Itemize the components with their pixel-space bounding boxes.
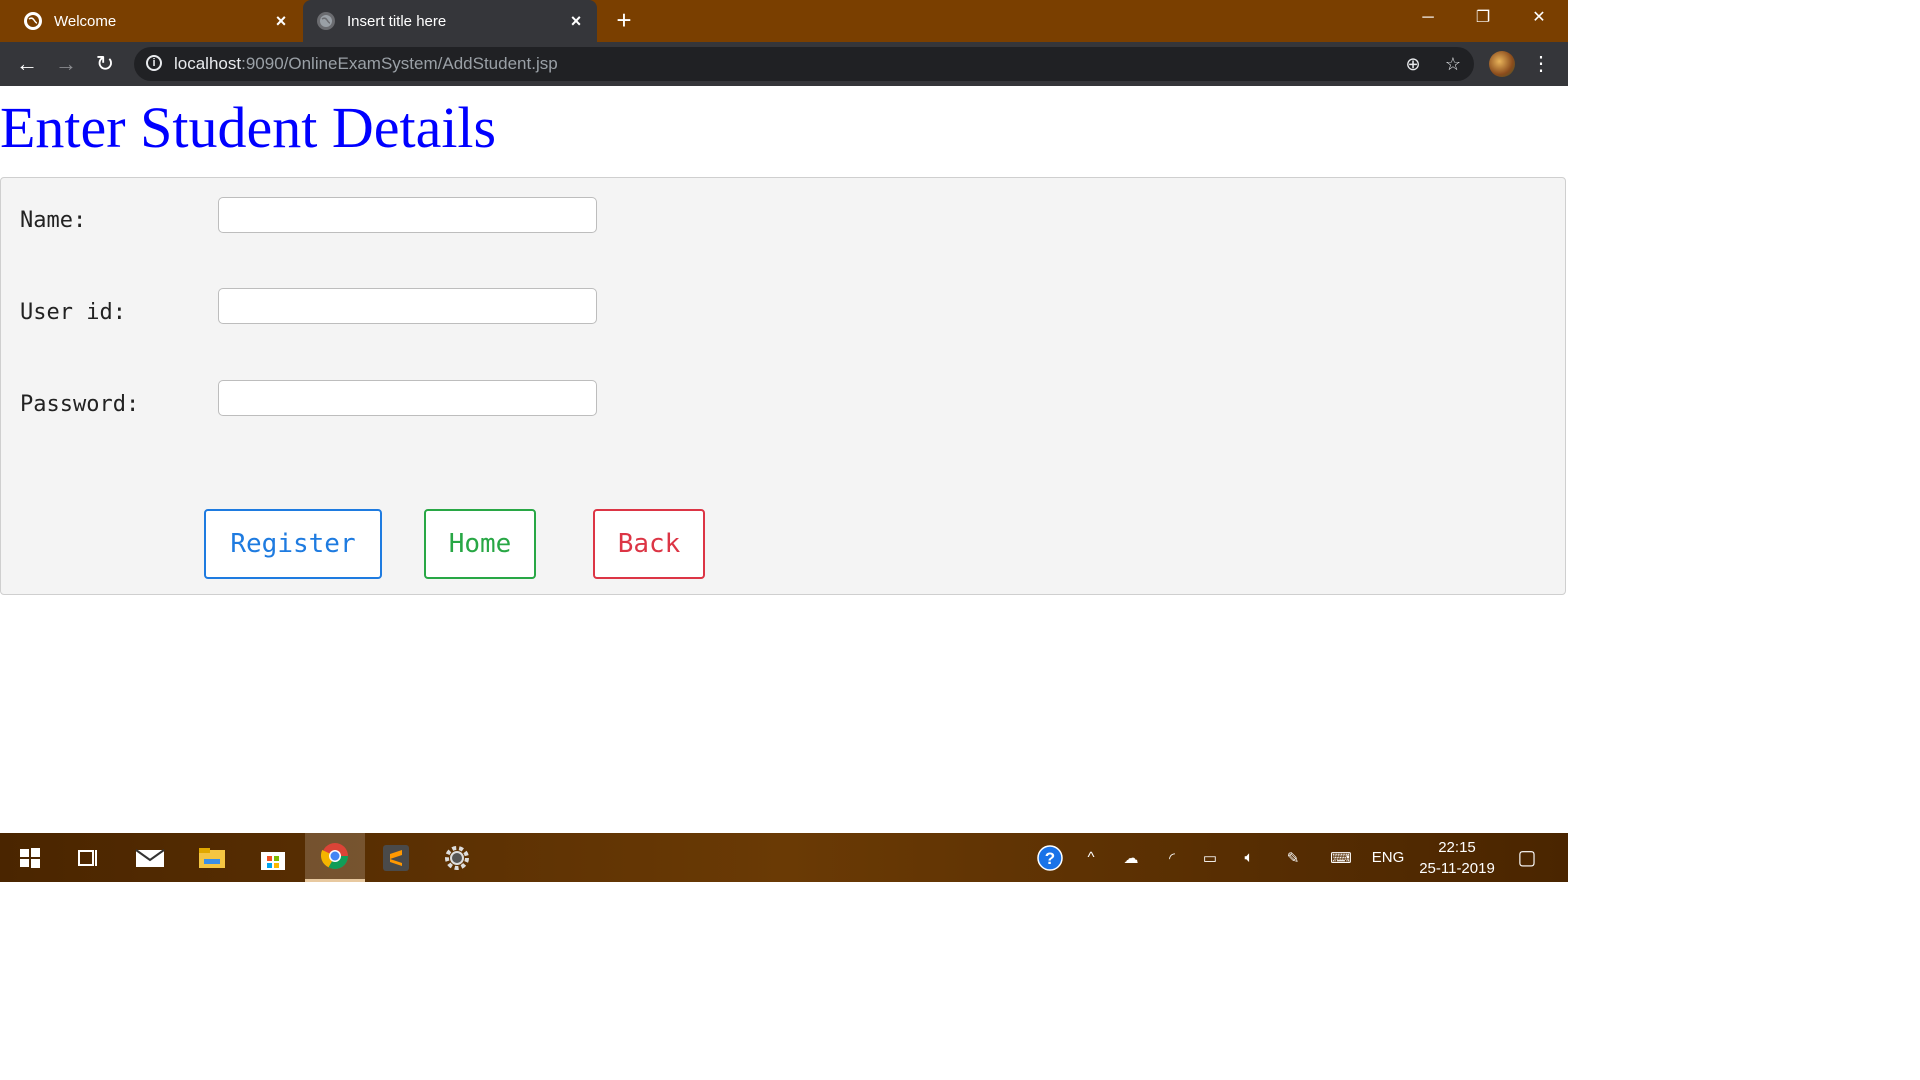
back-arrow-icon[interactable]: ←	[13, 50, 41, 78]
svg-text:?: ?	[1045, 849, 1055, 868]
browser-menu-icon[interactable]: ⋮	[1530, 50, 1552, 78]
file-explorer-icon[interactable]	[182, 833, 242, 882]
show-hidden-icons-chevron-icon[interactable]: ^	[1078, 833, 1104, 882]
back-button[interactable]: Back	[593, 509, 705, 579]
user-id-input[interactable]	[218, 288, 597, 324]
task-view-icon[interactable]	[58, 833, 118, 882]
close-tab-icon[interactable]: ×	[270, 10, 292, 32]
bookmark-star-icon[interactable]: ☆	[1442, 53, 1464, 75]
chrome-icon[interactable]	[305, 833, 365, 882]
restore-button[interactable]: ❐	[1460, 6, 1506, 30]
password-label: Password:	[20, 392, 140, 417]
tab-title: Welcome	[54, 12, 117, 30]
close-tab-icon[interactable]: ×	[565, 10, 587, 32]
help-icon[interactable]: ?	[1034, 833, 1066, 882]
url-path: :9090/OnlineExamSystem/AddStudent.jsp	[241, 54, 558, 73]
zoom-icon[interactable]: ⊕	[1402, 53, 1424, 75]
browser-toolbar: ← → ↻ i localhost:9090/OnlineExamSystem/…	[0, 42, 1568, 86]
browser-titlebar: Welcome × Insert title here × + ─ ❐ ✕	[0, 0, 1568, 42]
keyboard-icon[interactable]: ⌨	[1323, 833, 1359, 882]
name-label: Name:	[20, 208, 87, 233]
globe-icon	[24, 12, 42, 30]
minimize-button[interactable]: ─	[1405, 6, 1451, 30]
address-bar[interactable]: i localhost:9090/OnlineExamSystem/AddStu…	[134, 47, 1474, 81]
clock-date: 25-11-2019	[1419, 860, 1495, 877]
settings-gear-icon[interactable]	[427, 833, 487, 882]
password-input[interactable]	[218, 380, 597, 416]
name-input[interactable]	[218, 197, 597, 233]
pen-icon[interactable]: ✎	[1278, 833, 1308, 882]
forward-arrow-icon[interactable]: →	[52, 50, 80, 78]
language-indicator[interactable]: ENG	[1368, 833, 1408, 882]
battery-icon[interactable]: ▭	[1195, 833, 1225, 882]
volume-icon[interactable]: 🔈︎	[1234, 833, 1264, 882]
url-host: localhost	[174, 54, 242, 73]
address-url[interactable]: localhost:9090/OnlineExamSystem/AddStude…	[174, 54, 558, 74]
store-icon[interactable]	[243, 833, 303, 882]
start-icon[interactable]	[0, 833, 60, 882]
profile-avatar[interactable]	[1489, 51, 1515, 77]
page-content: Enter Student Details Name: User id: Pas…	[0, 86, 1568, 833]
mail-icon[interactable]	[120, 833, 180, 882]
page-title: Enter Student Details	[0, 95, 497, 160]
site-info-icon[interactable]: i	[146, 55, 162, 71]
tab-title: Insert title here	[347, 12, 447, 30]
globe-icon	[317, 12, 335, 30]
close-window-button[interactable]: ✕	[1516, 6, 1562, 30]
new-tab-button[interactable]: +	[612, 7, 636, 33]
clock[interactable]: 22:15 25-11-2019	[1412, 837, 1502, 879]
register-button[interactable]: Register	[204, 509, 382, 579]
reload-icon[interactable]: ↻	[91, 50, 119, 78]
windows-taskbar: ? ^ ☁ ◜ ▭ 🔈︎ ✎ ⌨ ENG 22:15 25-11-2019 ▢	[0, 833, 1568, 882]
tab-welcome[interactable]: Welcome ×	[10, 0, 302, 42]
wifi-icon[interactable]: ◜	[1157, 833, 1187, 882]
student-form: Name: User id: Password: Register Home B…	[0, 177, 1566, 595]
tab-insert-title[interactable]: Insert title here ×	[303, 0, 597, 42]
notifications-icon[interactable]: ▢	[1512, 833, 1542, 882]
sublime-text-icon[interactable]	[366, 833, 426, 882]
clock-time: 22:15	[1438, 839, 1476, 856]
home-button[interactable]: Home	[424, 509, 536, 579]
onedrive-cloud-icon[interactable]: ☁	[1116, 833, 1146, 882]
user-id-label: User id:	[20, 300, 126, 325]
